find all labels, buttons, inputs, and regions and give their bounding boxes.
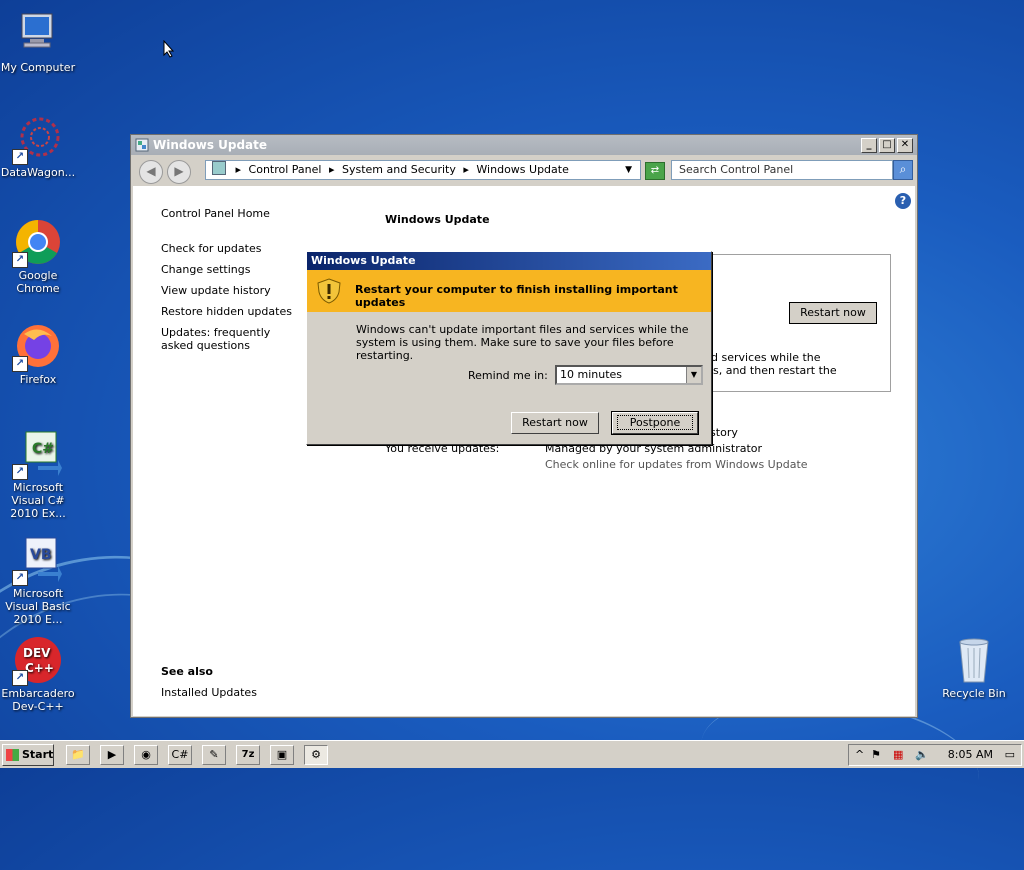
check-online-link[interactable]: Check online for updates from Windows Up… <box>545 458 808 471</box>
sidebar-faq[interactable]: Updates: frequently asked questions <box>161 326 301 352</box>
sidebar-view-history[interactable]: View update history <box>161 284 271 297</box>
search-input[interactable]: Search Control Panel <box>671 160 893 180</box>
back-button[interactable]: ◀ <box>139 160 163 184</box>
devcpp-icon: DEV C++ ↗ <box>12 636 62 686</box>
windows-flag-icon <box>6 749 19 761</box>
system-tray: ^ ⚑ ▦ 🔈 8:05 AM ▭ <box>848 744 1022 766</box>
see-also-installed-updates[interactable]: Installed Updates <box>161 686 257 699</box>
remind-label: Remind me in: <box>468 369 548 382</box>
remote-desktop-icon[interactable]: ▣ <box>270 745 294 765</box>
firefox-icon: ↗ <box>12 322 62 372</box>
postpone-button[interactable]: Postpone <box>611 411 699 435</box>
sidebar-change-settings[interactable]: Change settings <box>161 263 250 276</box>
address-dropdown-icon[interactable]: ▼ <box>625 161 632 179</box>
visual-csharp-icon: C# ↗ <box>12 430 62 480</box>
desktop-icon-firefox[interactable]: ↗ Firefox <box>0 322 76 386</box>
control-panel-icon <box>212 161 226 175</box>
status-text-line-2: s, and then restart the <box>713 364 837 377</box>
dialog-banner: Restart your computer to finish installi… <box>307 270 711 312</box>
desktop-icon-datawagon[interactable]: ↗ DataWagon... <box>0 115 76 179</box>
desktop-icon-label: Google Chrome <box>16 269 60 295</box>
svg-text:DEV: DEV <box>23 646 51 660</box>
close-button[interactable]: ✕ <box>897 138 913 153</box>
explorer-icon[interactable]: 📁 <box>66 745 90 765</box>
media-player-icon[interactable]: ▶ <box>100 745 124 765</box>
recycle-bin-icon <box>950 636 998 684</box>
sidebar-control-panel-home[interactable]: Control Panel Home <box>161 207 270 220</box>
warning-shield-icon <box>317 278 341 304</box>
breadcrumb-system-security[interactable]: System and Security <box>342 163 456 176</box>
see-also-heading: See also <box>161 665 213 678</box>
refresh-button[interactable]: ⇄ <box>645 162 665 180</box>
desktop-icon-label: Microsoft Visual Basic 2010 E... <box>5 587 71 626</box>
notepad-icon[interactable]: ✎ <box>202 745 226 765</box>
windows-update-taskbar-icon[interactable]: ⚙ <box>304 745 328 765</box>
restart-now-button-bg[interactable]: Restart now <box>789 302 877 324</box>
control-panel-icon <box>135 138 149 152</box>
7zip-icon[interactable]: 7z <box>236 745 260 765</box>
desktop-icon-label: Microsoft Visual C# 2010 Ex... <box>10 481 66 520</box>
datawagon-icon: ↗ <box>12 115 62 165</box>
window-title: Windows Update <box>153 138 268 152</box>
breadcrumb-windows-update[interactable]: Windows Update <box>476 163 568 176</box>
window-titlebar[interactable]: Windows Update _ □ ✕ <box>131 135 917 155</box>
action-center-icon[interactable]: ⚑ <box>871 748 881 761</box>
search-icon[interactable]: ⌕ <box>893 160 913 180</box>
desktop-icon-label: Firefox <box>19 373 57 386</box>
desktop-icon-chrome[interactable]: ↗ Google Chrome <box>0 218 76 295</box>
computer-icon <box>14 10 62 58</box>
svg-text:VB: VB <box>30 547 52 563</box>
desktop-icon-label: Embarcadero Dev-C++ <box>1 687 75 713</box>
remind-select-value: 10 minutes <box>560 368 623 381</box>
sidebar-check-updates[interactable]: Check for updates <box>161 242 261 255</box>
help-icon[interactable]: ? <box>895 193 911 209</box>
svg-text:C#: C# <box>32 441 54 457</box>
show-hidden-icons-icon[interactable]: ^ <box>855 748 864 761</box>
start-button[interactable]: Start <box>2 744 54 766</box>
sidebar-restore-hidden[interactable]: Restore hidden updates <box>161 305 292 318</box>
minimize-button[interactable]: _ <box>861 138 877 153</box>
status-text-line-1: d services while the <box>711 351 821 364</box>
dialog-title: Windows Update <box>307 252 711 270</box>
chrome-icon: ↗ <box>12 218 62 268</box>
maximize-button[interactable]: □ <box>879 138 895 153</box>
start-label: Start <box>22 748 54 761</box>
dialog-banner-text: Restart your computer to finish installi… <box>355 283 678 309</box>
desktop-icon-devcpp[interactable]: DEV C++ ↗ Embarcadero Dev-C++ <box>0 636 76 713</box>
svg-text:C++: C++ <box>25 661 54 675</box>
desktop-icon-label: My Computer <box>0 61 76 74</box>
network-icon[interactable]: ▦ <box>893 748 903 761</box>
breadcrumb-control-panel[interactable]: Control Panel <box>249 163 322 176</box>
restart-dialog[interactable]: Windows Update Restart your computer to … <box>306 251 712 445</box>
chevron-down-icon[interactable]: ▼ <box>686 367 701 383</box>
page-title: Windows Update <box>385 213 490 226</box>
desktop-icon-recycle-bin[interactable]: Recycle Bin <box>936 636 1012 700</box>
desktop-icon-label: DataWagon... <box>0 166 76 179</box>
show-desktop-button[interactable]: ▭ <box>1005 748 1015 761</box>
desktop-icon-label: Recycle Bin <box>942 687 1006 700</box>
visual-csharp-taskbar-icon[interactable]: C# <box>168 745 192 765</box>
address-bar[interactable]: ▸ Control Panel ▸ System and Security ▸ … <box>205 160 641 180</box>
desktop-icon-my-computer[interactable]: My Computer <box>0 10 76 74</box>
desktop-icon-visual-csharp[interactable]: C# ↗ Microsoft Visual C# 2010 Ex... <box>0 430 76 520</box>
volume-icon[interactable]: 🔈 <box>915 748 929 761</box>
address-toolbar: ◀ ▶ ▸ Control Panel ▸ System and Securit… <box>131 155 917 185</box>
desktop-icon-visual-basic[interactable]: VB ↗ Microsoft Visual Basic 2010 E... <box>0 536 76 626</box>
taskbar: Start 📁 ▶ ◉ C# ✎ 7z ▣ ⚙ ^ ⚑ ▦ 🔈 8:05 AM … <box>0 740 1024 768</box>
mouse-cursor-icon <box>163 40 175 58</box>
clock[interactable]: 8:05 AM <box>948 748 993 761</box>
postpone-button-label: Postpone <box>616 415 694 430</box>
dialog-body-text: Windows can't update important files and… <box>356 323 689 362</box>
forward-button[interactable]: ▶ <box>167 160 191 184</box>
restart-now-button[interactable]: Restart now <box>511 412 599 434</box>
visual-basic-icon: VB ↗ <box>12 536 62 586</box>
remind-select[interactable]: 10 minutes ▼ <box>555 365 703 385</box>
chrome-taskbar-icon[interactable]: ◉ <box>134 745 158 765</box>
